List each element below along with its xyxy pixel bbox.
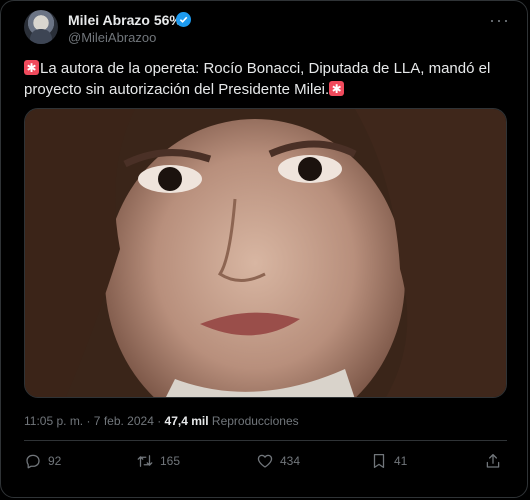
tweet-text-line2: proyecto sin autorización del Presidente… <box>24 81 330 98</box>
views-label: Reproducciones <box>208 414 299 428</box>
retweet-icon <box>137 455 153 467</box>
timestamp[interactable]: 11:05 p. m. · 7 feb. 2024 · <box>24 414 165 428</box>
reply-count: 92 <box>48 454 62 468</box>
share-button[interactable] <box>484 452 502 470</box>
like-count: 434 <box>280 454 301 468</box>
share-icon <box>486 453 500 468</box>
bookmark-count: 41 <box>394 454 408 468</box>
action-bar: 92 165 434 41 <box>24 452 507 478</box>
divider <box>24 440 507 441</box>
tweet-text-line1: La autora de la opereta: Rocío Bonacci, … <box>40 60 491 77</box>
reply-button[interactable]: 92 <box>24 452 61 470</box>
more-icon[interactable]: ··· <box>489 10 510 31</box>
tweet-header: Milei Abrazo 56% @MileiAbrazoo ··· <box>24 8 516 48</box>
views-count: 47,4 mil <box>164 414 209 428</box>
rotating-light-emoji <box>329 79 345 100</box>
bookmark-icon <box>373 453 385 469</box>
portrait-photo-image <box>25 109 506 397</box>
reply-icon <box>26 454 40 469</box>
tweet-photo[interactable] <box>24 108 507 398</box>
author-handle[interactable]: @MileiAbrazoo <box>68 30 156 45</box>
tweet-text: La autora de la opereta: Rocío Bonacci, … <box>24 58 504 100</box>
verified-badge-icon <box>176 12 191 27</box>
retweet-count: 165 <box>160 454 181 468</box>
retweet-button[interactable]: 165 <box>136 452 180 470</box>
avatar[interactable] <box>24 10 58 44</box>
tweet-meta: 11:05 p. m. · 7 feb. 2024 · 47,4 mil Rep… <box>24 414 299 428</box>
bookmark-button[interactable]: 41 <box>370 452 407 470</box>
like-button[interactable]: 434 <box>256 452 300 470</box>
like-icon <box>257 454 273 468</box>
author-name[interactable]: Milei Abrazo 56% <box>68 12 182 28</box>
rotating-light-emoji <box>24 58 39 79</box>
